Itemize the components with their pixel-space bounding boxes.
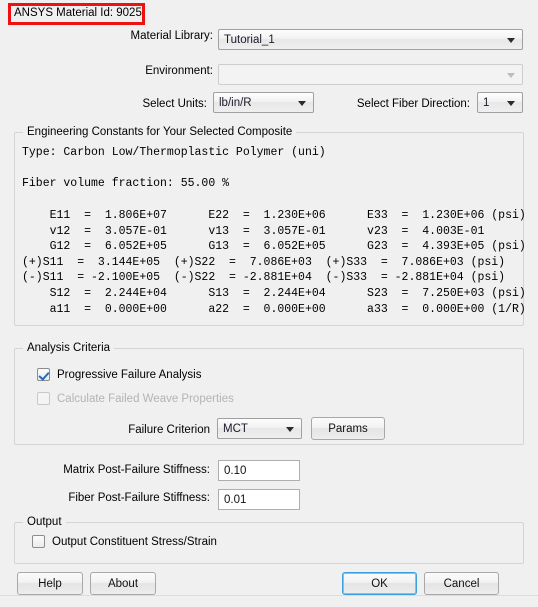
failure-criterion-label: Failure Criterion bbox=[128, 424, 210, 436]
output-constituent-stress-strain-checkbox[interactable]: Output Constituent Stress/Strain bbox=[32, 535, 217, 548]
select-units-label: Select Units: bbox=[142, 98, 207, 110]
matrix-post-failure-stiffness-input[interactable]: 0.10 bbox=[218, 460, 300, 481]
help-button[interactable]: Help bbox=[17, 572, 83, 595]
material-library-value: Tutorial_1 bbox=[224, 33, 275, 46]
progressive-failure-analysis-checkbox[interactable]: Progressive Failure Analysis bbox=[37, 368, 201, 381]
fiber-post-failure-stiffness-input[interactable]: 0.01 bbox=[218, 489, 300, 510]
chevron-down-icon bbox=[286, 426, 294, 432]
analysis-criteria-legend: Analysis Criteria bbox=[23, 342, 115, 354]
fiber-post-failure-stiffness-label: Fiber Post-Failure Stiffness: bbox=[68, 492, 210, 504]
material-library-label: Material Library: bbox=[130, 30, 213, 42]
material-library-dropdown[interactable]: Tutorial_1 bbox=[218, 29, 523, 50]
environment-dropdown bbox=[218, 64, 523, 85]
checkbox-icon[interactable] bbox=[37, 368, 50, 381]
material-id-label: ANSYS Material Id: 9025 bbox=[14, 7, 142, 19]
chevron-down-icon bbox=[507, 100, 515, 106]
cancel-button[interactable]: Cancel bbox=[424, 572, 499, 595]
output-constituent-stress-strain-label: Output Constituent Stress/Strain bbox=[52, 535, 217, 548]
progressive-failure-analysis-label: Progressive Failure Analysis bbox=[57, 368, 202, 381]
chevron-down-icon bbox=[298, 100, 306, 106]
select-units-value: lb/in/R bbox=[219, 96, 252, 109]
constants-type-line: Type: Carbon Low/Thermoplastic Polymer (… bbox=[22, 146, 326, 159]
chevron-down-icon bbox=[507, 37, 515, 43]
select-units-dropdown[interactable]: lb/in/R bbox=[213, 92, 314, 113]
failure-criterion-dropdown[interactable]: MCT bbox=[217, 418, 302, 439]
params-button[interactable]: Params bbox=[311, 417, 385, 440]
checkbox-icon[interactable] bbox=[32, 535, 45, 548]
failure-criterion-value: MCT bbox=[223, 422, 248, 435]
calculate-failed-weave-properties-checkbox: Calculate Failed Weave Properties bbox=[37, 392, 234, 405]
ok-button[interactable]: OK bbox=[342, 572, 417, 595]
chevron-down-icon bbox=[507, 72, 515, 78]
about-button[interactable]: About bbox=[90, 572, 156, 595]
select-fiber-direction-dropdown[interactable]: 1 bbox=[477, 92, 523, 113]
select-fiber-direction-value: 1 bbox=[483, 96, 490, 109]
footer-divider bbox=[0, 595, 538, 596]
environment-label: Environment: bbox=[145, 65, 213, 77]
constants-fiber-volume-line: Fiber volume fraction: 55.00 % bbox=[22, 177, 230, 190]
engineering-constants-legend: Engineering Constants for Your Selected … bbox=[23, 126, 297, 138]
constants-values-block: E11 = 1.806E+07 E22 = 1.230E+06 E33 = 1.… bbox=[22, 209, 526, 316]
checkbox-icon bbox=[37, 392, 50, 405]
select-fiber-direction-label: Select Fiber Direction: bbox=[356, 98, 470, 110]
matrix-post-failure-stiffness-label: Matrix Post-Failure Stiffness: bbox=[63, 464, 210, 476]
calculate-failed-weave-properties-label: Calculate Failed Weave Properties bbox=[57, 392, 234, 405]
output-legend: Output bbox=[23, 516, 66, 528]
